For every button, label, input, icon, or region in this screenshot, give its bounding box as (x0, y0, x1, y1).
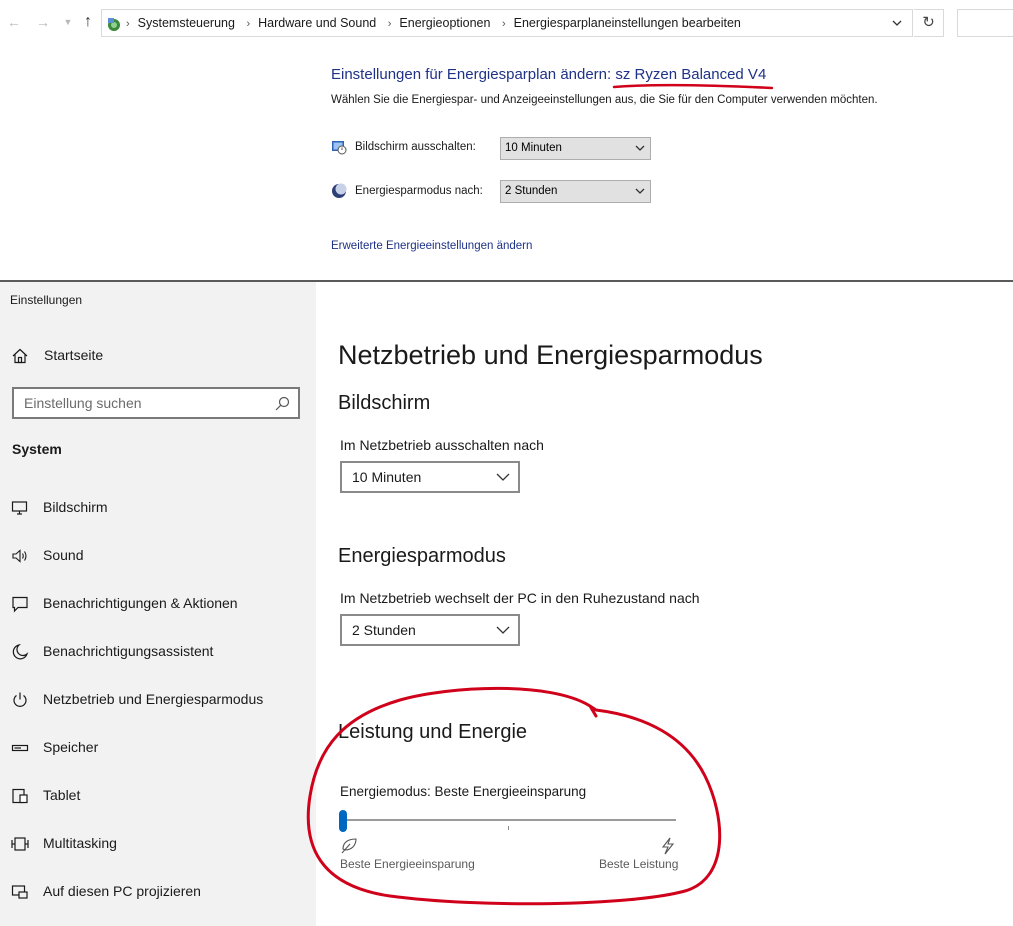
section-heading-sleep: Energiesparmodus (338, 545, 506, 567)
sidebar-item-focus-assist[interactable]: Benachrichtigungsassistent (0, 634, 316, 670)
sidebar-item-label: Multitasking (43, 835, 117, 851)
page-title: Einstellungen für Energiesparplan ändern… (331, 66, 766, 83)
sidebar-item-notifications[interactable]: Benachrichtigungen & Aktionen (0, 586, 316, 622)
sidebar-item-project[interactable]: Auf diesen PC projizieren (0, 874, 316, 910)
moon-icon (12, 643, 29, 660)
chevron-down-icon (496, 473, 510, 481)
breadcrumb: › Systemsteuerung › Hardware und Sound › En… (126, 16, 741, 30)
app-title: Einstellungen (10, 293, 83, 307)
chevron-down-icon (496, 626, 510, 634)
settings-search-input[interactable]: Einstellung suchen (12, 387, 300, 419)
power-icon (13, 692, 27, 707)
screen-off-value: 10 Minuten (352, 469, 422, 485)
page-description: Wählen Sie die Energiespar- und Anzeigee… (331, 94, 878, 106)
search-icon (275, 396, 290, 411)
chevron-down-icon (635, 188, 645, 194)
control-panel-icon (108, 18, 120, 31)
settings-page-title: Netzbetrieb und Energiesparmodus (338, 340, 763, 370)
power-mode-slider-track[interactable] (342, 819, 676, 821)
power-mode-slider-thumb[interactable] (339, 810, 347, 832)
settings-sidebar: Einstellungen Startseite Einstellung suc… (0, 282, 316, 926)
screen-off-dropdown[interactable]: 10 Minuten (340, 461, 520, 493)
sidebar-item-label: Netzbetrieb und Energiesparmodus (43, 691, 264, 707)
moon-sleep-icon (332, 183, 347, 198)
sidebar-item-home[interactable]: Startseite (0, 338, 316, 374)
chevron-down-icon (635, 145, 645, 151)
display-off-label: Bildschirm ausschalten: (355, 141, 476, 153)
up-arrow-icon[interactable]: ↑ (78, 12, 98, 32)
plan-name: : sz Ryzen Balanced V4 (607, 66, 767, 83)
advanced-settings-link[interactable]: Erweiterte Energieeinstellungen ändern (331, 240, 532, 252)
sidebar-item-bildschirm[interactable]: Bildschirm (0, 490, 316, 526)
sidebar-item-sound[interactable]: Sound (0, 538, 316, 574)
recent-dropdown-icon[interactable]: ▼ (58, 12, 78, 32)
search-input[interactable] (957, 9, 1013, 37)
sidebar-item-label: Bildschirm (43, 499, 108, 515)
sleep-after-dropdown[interactable]: 2 Stunden (340, 614, 520, 646)
red-underline-annotation (612, 83, 774, 90)
breadcrumb-item[interactable]: Systemsteuerung (138, 16, 235, 30)
slider-min-label: Beste Energieeinsparung (340, 857, 475, 871)
sidebar-item-label: Benachrichtigungen & Aktionen (43, 595, 238, 611)
control-panel-window: ← → ▼ ↑ › Systemsteuerung › Hardware und S… (0, 0, 1013, 280)
multitasking-icon (11, 837, 29, 851)
breadcrumb-item[interactable]: Hardware und Sound (258, 16, 376, 30)
sleep-after-value: 2 Stunden (352, 622, 416, 638)
sidebar-item-tablet[interactable]: Tablet (0, 778, 316, 814)
search-placeholder: Einstellung suchen (24, 395, 142, 411)
slider-tick (508, 826, 509, 830)
section-label: System (12, 441, 62, 457)
sidebar-item-label: Sound (43, 547, 84, 563)
section-heading-power: Leistung und Energie (338, 721, 528, 743)
breadcrumb-item[interactable]: Energiesparplaneinstellungen bearbeiten (514, 16, 741, 30)
refresh-icon[interactable]: ↻ (914, 9, 944, 37)
sidebar-item-label: Benachrichtigungsassistent (43, 643, 214, 659)
sidebar-item-label: Startseite (44, 347, 104, 363)
title-text: Einstellungen für Energiesparplan ändern (331, 66, 608, 83)
sidebar-item-label: Auf diesen PC projizieren (43, 883, 201, 899)
sidebar-item-multitasking[interactable]: Multitasking (0, 826, 316, 862)
sidebar-item-storage[interactable]: Speicher (0, 730, 316, 766)
sleep-select[interactable]: 2 Stunden (500, 180, 651, 203)
sidebar-item-power-sleep[interactable]: Netzbetrieb und Energiesparmodus (0, 682, 316, 718)
sidebar-item-label: Speicher (43, 739, 99, 755)
chevron-down-icon[interactable] (890, 16, 904, 30)
speaker-icon (12, 549, 27, 563)
power-mode-label: Energiemodus: Beste Energieeinsparung (340, 784, 587, 799)
slider-max-label: Beste Leistung (599, 857, 679, 871)
project-icon (11, 885, 28, 899)
breadcrumb-item[interactable]: Energieoptionen (399, 16, 490, 30)
back-arrow-icon[interactable]: ← (4, 12, 24, 32)
section-heading-screen: Bildschirm (338, 392, 431, 414)
display-off-value: 10 Minuten (505, 142, 562, 154)
settings-main: Netzbetrieb und Energiesparmodus Bildsch… (316, 282, 1013, 926)
leaf-icon (341, 838, 357, 854)
sleep-label: Energiesparmodus nach: (355, 185, 483, 197)
monitor-icon (11, 501, 28, 515)
forward-arrow-icon[interactable]: → (33, 12, 53, 32)
address-bar[interactable]: › Systemsteuerung › Hardware und Sound › En… (101, 9, 913, 37)
home-icon (12, 348, 28, 364)
notification-icon (12, 596, 28, 613)
screen-off-label: Im Netzbetrieb ausschalten nach (340, 437, 544, 453)
sidebar-item-label: Tablet (43, 787, 81, 803)
monitor-clock-icon (332, 141, 347, 155)
lightning-icon (661, 837, 675, 855)
sleep-after-label: Im Netzbetrieb wechselt der PC in den Ru… (340, 590, 700, 606)
display-off-select[interactable]: 10 Minuten (500, 137, 651, 160)
storage-icon (11, 744, 29, 752)
sleep-value: 2 Stunden (505, 185, 558, 197)
tablet-icon (12, 788, 28, 804)
